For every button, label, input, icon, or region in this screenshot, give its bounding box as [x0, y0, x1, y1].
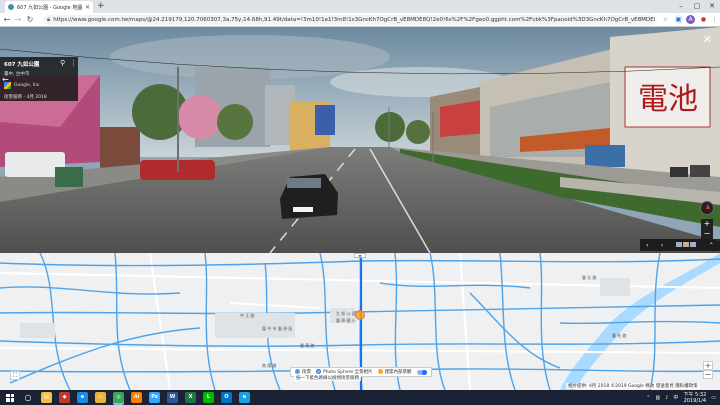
browser-tab[interactable]: 607 九如公園 - Google 地圖 ✕	[5, 1, 93, 13]
store-app-icon[interactable]: ◆	[59, 392, 70, 403]
volume-icon[interactable]: ♪	[665, 395, 668, 401]
edge-app-icon[interactable]: e	[77, 392, 88, 403]
tab-title: 607 九如公園 - Google 地圖	[17, 4, 83, 11]
map-label: 臺 中 市 豐 原 區	[262, 326, 293, 331]
map-label[interactable]: 豐 原 國 小	[336, 318, 356, 324]
profile-avatar[interactable]: A	[686, 15, 695, 24]
maps-favicon-icon	[8, 4, 14, 10]
excel-app-icon[interactable]: X	[185, 392, 196, 403]
map-label: 豐 社 路	[612, 333, 627, 338]
folder-app-icon[interactable]: ▭	[95, 392, 106, 403]
close-tab-icon[interactable]: ✕	[85, 4, 90, 11]
next-photo-icon[interactable]: ›	[661, 242, 663, 249]
url-text: https://www.google.com.tw/maps/@24.21917…	[53, 17, 655, 23]
compass-icon[interactable]	[700, 201, 714, 215]
file-explorer-app-icon[interactable]: ▤	[41, 392, 52, 403]
close-street-view-icon[interactable]: ✕	[703, 33, 712, 46]
imagery-source: Google, Inc.	[4, 82, 74, 89]
browser-toolbar: ← → ↻ 🔒︎ https://www.google.com.tw/maps/…	[0, 13, 720, 27]
place-address: 臺中, 台中市	[4, 72, 30, 77]
zoom-out-button[interactable]: −	[701, 229, 713, 239]
minimize-icon[interactable]: –	[675, 1, 687, 11]
ie-app-icon[interactable]: e	[239, 392, 250, 403]
source-label: Google, Inc.	[14, 83, 41, 88]
clock-time: 下午 5:32	[683, 391, 707, 398]
map-zoom-out-button[interactable]: −	[703, 370, 713, 379]
system-tray: ⌃ ▥ ♪ 中 下午 5:32 2019/1/4 ▭	[646, 390, 716, 405]
capture-date[interactable]: 街景服務 - 4月 2018	[4, 94, 74, 100]
expand-map-icon[interactable]: ⛶	[10, 371, 20, 380]
clock-date: 2019/1/4	[683, 397, 707, 404]
photo-sphere-dot-icon	[316, 369, 321, 374]
map-zoom-in-button[interactable]: +	[703, 361, 713, 370]
windows-taskbar: ○ ▤ ◆ e ▭ ◎ Ai Ps W X L Oe ⌃ ▥ ♪ 中 下午 5:32 2019/1/…	[0, 390, 720, 405]
clock[interactable]: 下午 5:32 2019/1/4	[683, 392, 706, 404]
map-footer[interactable]: 相片提供: 4月 2018 ©2019 Google 條款 發送意見 隱私權政策	[566, 383, 700, 389]
map-label: 豐 社 路	[582, 275, 597, 280]
map-label[interactable]: 九 如 公 園	[336, 311, 356, 317]
bookmark-star-icon[interactable]: ☆	[661, 15, 670, 24]
street-scene: 電池 4-5	[0, 27, 720, 253]
map-label: 中 正 路	[240, 313, 255, 318]
search-icon[interactable]: ○	[22, 393, 34, 403]
coverage-toggle[interactable]	[416, 369, 427, 375]
svg-text:電池: 電池	[638, 82, 698, 117]
maximize-icon[interactable]: ▢	[691, 1, 703, 11]
windows-start-icon[interactable]	[4, 392, 16, 404]
photo-thumbnails[interactable]	[675, 241, 697, 249]
chrome-app-icon[interactable]: ◎	[113, 392, 124, 403]
map-label: 豐 東 路	[300, 343, 315, 348]
lock-icon: 🔒︎	[47, 16, 51, 23]
notification-icon[interactable]: ▭	[711, 395, 716, 401]
back-arrow-icon[interactable]: ←	[2, 75, 9, 84]
expand-strip-icon[interactable]: ⌃	[709, 242, 714, 249]
place-info-card: 607 九如公園 臺中, 台中市 Google, Inc. 街景服務 - 4月 …	[0, 57, 78, 101]
outlook-app-icon[interactable]: O	[221, 392, 232, 403]
mini-map[interactable]: ▬ 中 正 路 臺 中 市 豐 原 區 九 如 公 園 豐 原 國 小 豐 東 …	[0, 253, 720, 390]
close-window-icon[interactable]: ✕	[706, 1, 718, 11]
address-bar[interactable]: 🔒︎ https://www.google.com.tw/maps/@24.21…	[43, 15, 655, 25]
back-icon[interactable]: ←	[2, 14, 12, 25]
extension-icon[interactable]: ▣	[674, 15, 683, 24]
reload-icon[interactable]: ↻	[25, 14, 35, 25]
share-pin-icon[interactable]: ⚲	[60, 59, 65, 67]
new-tab-button[interactable]: +	[97, 1, 105, 12]
ime-indicator[interactable]: 中	[673, 394, 678, 401]
tray-arrow-icon[interactable]: ⌃	[646, 395, 650, 401]
browser-tab-strip: 607 九如公園 - Google 地圖 ✕ + – ▢ ✕	[0, 0, 720, 13]
network-icon[interactable]: ▥	[655, 395, 660, 401]
forward-icon[interactable]: →	[13, 14, 23, 25]
menu-icon[interactable]: ⋮	[710, 15, 719, 24]
illustrator-app-icon[interactable]: Ai	[131, 392, 142, 403]
legend-hint: 按一下藍色路線以檢視街景服務	[294, 375, 361, 381]
line-app-icon[interactable]: L	[203, 392, 214, 403]
extension-icon-2[interactable]: ●	[699, 15, 708, 24]
current-location-marker[interactable]	[355, 310, 365, 320]
indoor-dot-icon	[377, 369, 383, 374]
word-app-icon[interactable]: W	[167, 392, 178, 403]
photoshop-app-icon[interactable]: Ps	[149, 392, 160, 403]
map-label: 南 陽 路	[262, 363, 277, 368]
street-view-dot-icon	[295, 369, 300, 374]
taskbar-apps: ▤ ◆ e ▭ ◎ Ai Ps W X L Oe	[34, 392, 250, 403]
prev-photo-icon[interactable]: ‹	[646, 242, 648, 249]
legend-indoor: 建築內部景觀	[377, 369, 412, 375]
street-view-panorama[interactable]: 電池 4-5 607 九如公園 臺中, 台	[0, 27, 720, 253]
photo-strip[interactable]: ‹ › ⌃	[640, 239, 720, 251]
more-options-icon[interactable]: ⋮	[70, 59, 77, 67]
collapse-map-button[interactable]: ▬	[354, 253, 366, 258]
zoom-in-button[interactable]: +	[701, 219, 713, 229]
